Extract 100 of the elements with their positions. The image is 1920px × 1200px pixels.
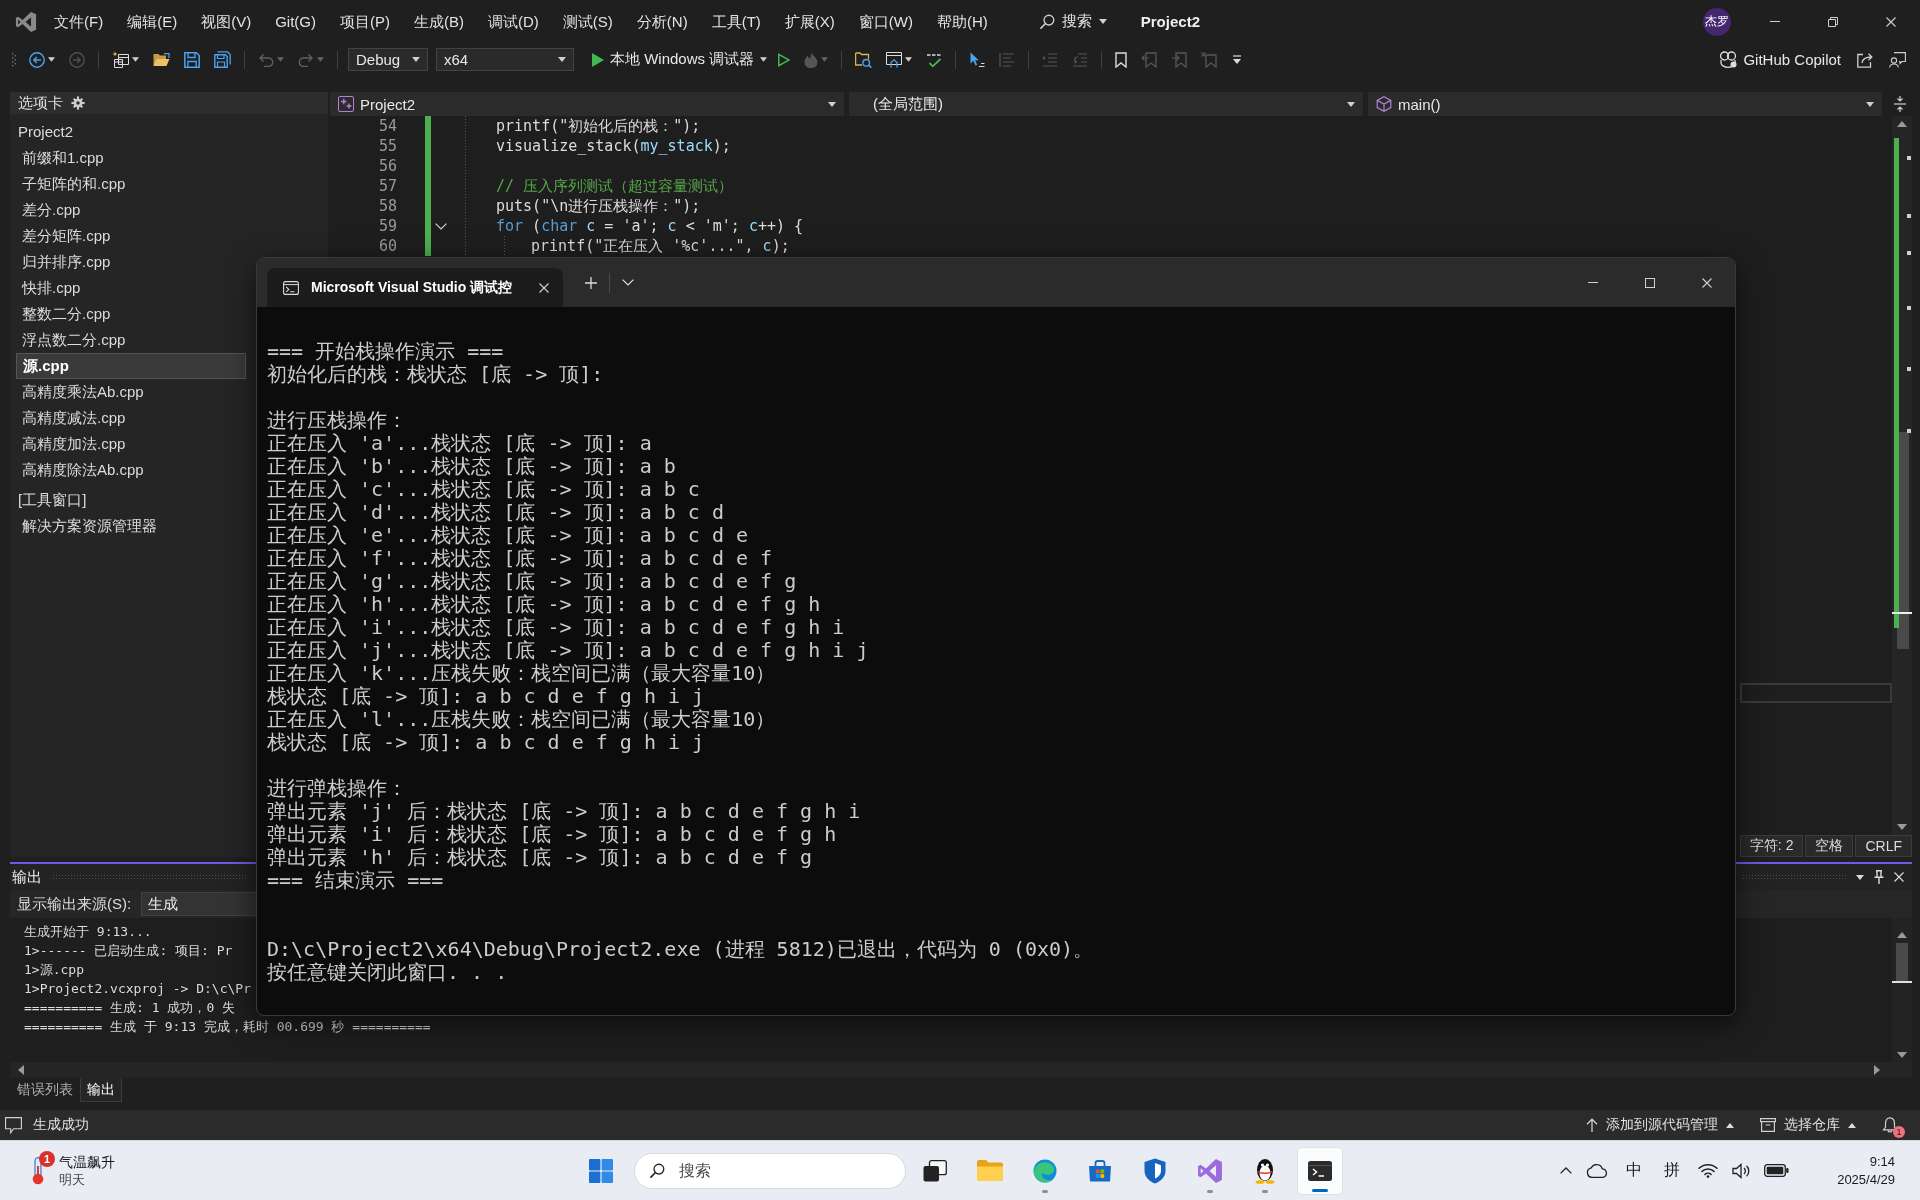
close-icon[interactable] xyxy=(1886,16,1896,27)
feedback-icon[interactable] xyxy=(1889,51,1906,68)
penguin-icon[interactable] xyxy=(1253,1157,1276,1184)
save-all-icon[interactable] xyxy=(214,51,231,68)
cloud-icon[interactable] xyxy=(1586,1163,1609,1178)
menu-item[interactable]: 调试(D) xyxy=(476,8,551,35)
toolbar-overflow-icon[interactable] xyxy=(1232,55,1243,64)
chevron-up-icon[interactable] xyxy=(1560,1167,1573,1174)
menu-item[interactable]: 帮助(H) xyxy=(924,8,1000,35)
menu-item[interactable]: 编辑(E) xyxy=(115,8,190,35)
horizontal-scrollbar[interactable] xyxy=(10,1062,1912,1078)
browser-icon[interactable] xyxy=(1032,1158,1057,1183)
scroll-down-icon[interactable] xyxy=(1897,824,1907,830)
tree-item[interactable]: [工具窗口] xyxy=(12,487,93,513)
open-folder-icon[interactable] xyxy=(153,52,170,67)
folder-search-icon[interactable] xyxy=(855,51,873,68)
close-icon[interactable] xyxy=(1894,872,1904,882)
tree-item[interactable]: Project2 xyxy=(12,119,80,145)
tree-item[interactable]: 浮点数二分.cpp xyxy=(16,327,132,353)
tree-item[interactable]: 前缀和1.cpp xyxy=(16,145,110,171)
new-item-icon[interactable] xyxy=(112,51,129,68)
spellcheck-icon[interactable] xyxy=(926,51,943,68)
tree-item[interactable]: 解决方案资源管理器 xyxy=(16,513,163,539)
plus-icon[interactable] xyxy=(585,276,597,289)
menu-item[interactable]: 测试(S) xyxy=(550,8,625,35)
editor-scrollbar[interactable] xyxy=(1892,116,1912,835)
menu-item[interactable]: 文件(F) xyxy=(42,8,116,35)
copilot-button[interactable]: GitHub Copilot xyxy=(1719,51,1841,68)
tree-item[interactable]: 高精度乘法Ab.cpp xyxy=(16,379,150,405)
scrollbar-thumb[interactable] xyxy=(1896,943,1908,981)
tree-item[interactable]: 差分.cpp xyxy=(16,197,87,223)
caret-icon[interactable] xyxy=(1856,874,1864,880)
share-icon[interactable] xyxy=(1857,51,1873,68)
scroll-right-icon[interactable] xyxy=(1874,1065,1880,1075)
maximize-icon[interactable] xyxy=(1644,277,1655,288)
menu-item[interactable]: 分析(N) xyxy=(624,8,700,35)
comment-icon[interactable] xyxy=(5,1116,22,1134)
tree-item[interactable]: 快排.cpp xyxy=(16,275,87,301)
output-source-dropdown[interactable]: 生成 xyxy=(141,892,258,916)
tree-item[interactable]: 源.cpp xyxy=(16,353,246,379)
task-view-icon[interactable] xyxy=(922,1159,947,1182)
scroll-left-icon[interactable] xyxy=(18,1065,24,1075)
search-button[interactable]: 搜索 xyxy=(1033,9,1113,34)
toolbar-grip-icon[interactable] xyxy=(12,52,16,67)
bell-icon[interactable] xyxy=(1882,1117,1898,1133)
wifi-icon[interactable] xyxy=(1698,1163,1719,1178)
panel-tab[interactable]: 错误列表 xyxy=(10,1078,80,1102)
bookmark-icon[interactable] xyxy=(1115,51,1128,68)
source-control-button[interactable]: 添加到源代码管理 xyxy=(1586,1116,1734,1134)
caret-icon[interactable] xyxy=(905,57,913,62)
tree-item[interactable]: 整数二分.cpp xyxy=(16,301,117,327)
settings-icon[interactable] xyxy=(71,96,85,110)
menu-item[interactable]: 生成(B) xyxy=(402,8,476,35)
cursor-position[interactable]: 字符: 2 xyxy=(1739,835,1804,857)
close-icon[interactable] xyxy=(1701,277,1712,288)
tree-item[interactable]: 高精度除法Ab.cpp xyxy=(16,457,150,483)
store-bag-icon[interactable] xyxy=(1087,1159,1112,1182)
project-dropdown[interactable]: Project2 xyxy=(330,92,844,116)
clock-date[interactable]: 2025/4/29 xyxy=(1837,1170,1895,1189)
start-icon[interactable] xyxy=(588,1158,613,1183)
minimize-icon[interactable] xyxy=(1587,282,1598,283)
fold-chevron-icon[interactable] xyxy=(435,222,447,230)
configuration-dropdown[interactable]: Debug xyxy=(348,48,428,71)
pointer-icon[interactable] xyxy=(969,51,986,68)
tree-item[interactable]: 高精度加法.cpp xyxy=(16,431,132,457)
input-method-indicator[interactable]: 拼 xyxy=(1664,1160,1681,1181)
menu-item[interactable]: 工具(T) xyxy=(699,8,773,35)
battery-icon[interactable] xyxy=(1764,1164,1790,1177)
input-mode-indicator[interactable]: 中 xyxy=(1626,1160,1643,1181)
tree-item[interactable]: 子矩阵的和.cpp xyxy=(16,171,132,197)
repository-button[interactable]: 选择仓库 xyxy=(1760,1116,1856,1134)
menu-item[interactable]: 视图(V) xyxy=(189,8,264,35)
thermometer-icon[interactable] xyxy=(31,1156,45,1185)
platform-dropdown[interactable]: x64 xyxy=(436,48,574,71)
menu-item[interactable]: Git(G) xyxy=(263,8,328,35)
menu-item[interactable]: 扩展(X) xyxy=(772,8,847,35)
app-logo-icon[interactable] xyxy=(1196,1157,1223,1184)
shield-icon[interactable] xyxy=(1143,1157,1166,1184)
member-dropdown[interactable]: main() xyxy=(1368,92,1882,116)
tree-item[interactable]: 高精度减法.cpp xyxy=(16,405,132,431)
menu-item[interactable]: 窗口(W) xyxy=(846,8,925,35)
scroll-up-icon[interactable] xyxy=(1897,121,1907,127)
line-ending[interactable]: CRLF xyxy=(1855,835,1912,857)
tree-item[interactable]: 归并排序.cpp xyxy=(16,249,117,275)
save-icon[interactable] xyxy=(184,51,200,68)
close-icon[interactable] xyxy=(539,282,549,293)
scroll-down-icon[interactable] xyxy=(1897,1052,1907,1058)
chevron-down-icon[interactable] xyxy=(622,279,634,286)
panel-tab[interactable]: 输出 xyxy=(80,1078,122,1102)
caret-icon[interactable] xyxy=(48,57,55,62)
caret-icon[interactable] xyxy=(132,57,139,62)
tree-item[interactable]: 差分矩阵.cpp xyxy=(16,223,117,249)
split-icon[interactable] xyxy=(1893,96,1906,112)
taskbar-app-button[interactable] xyxy=(1296,1146,1343,1195)
taskbar-search-field[interactable]: 搜索 xyxy=(633,1152,906,1189)
play-outline-icon[interactable] xyxy=(778,52,791,67)
scroll-up-icon[interactable] xyxy=(1897,932,1907,938)
restore-icon[interactable] xyxy=(1828,16,1838,27)
browser-window-icon[interactable] xyxy=(886,51,903,68)
terminal-tab[interactable]: Microsoft Visual Studio 调试控 xyxy=(267,268,563,307)
